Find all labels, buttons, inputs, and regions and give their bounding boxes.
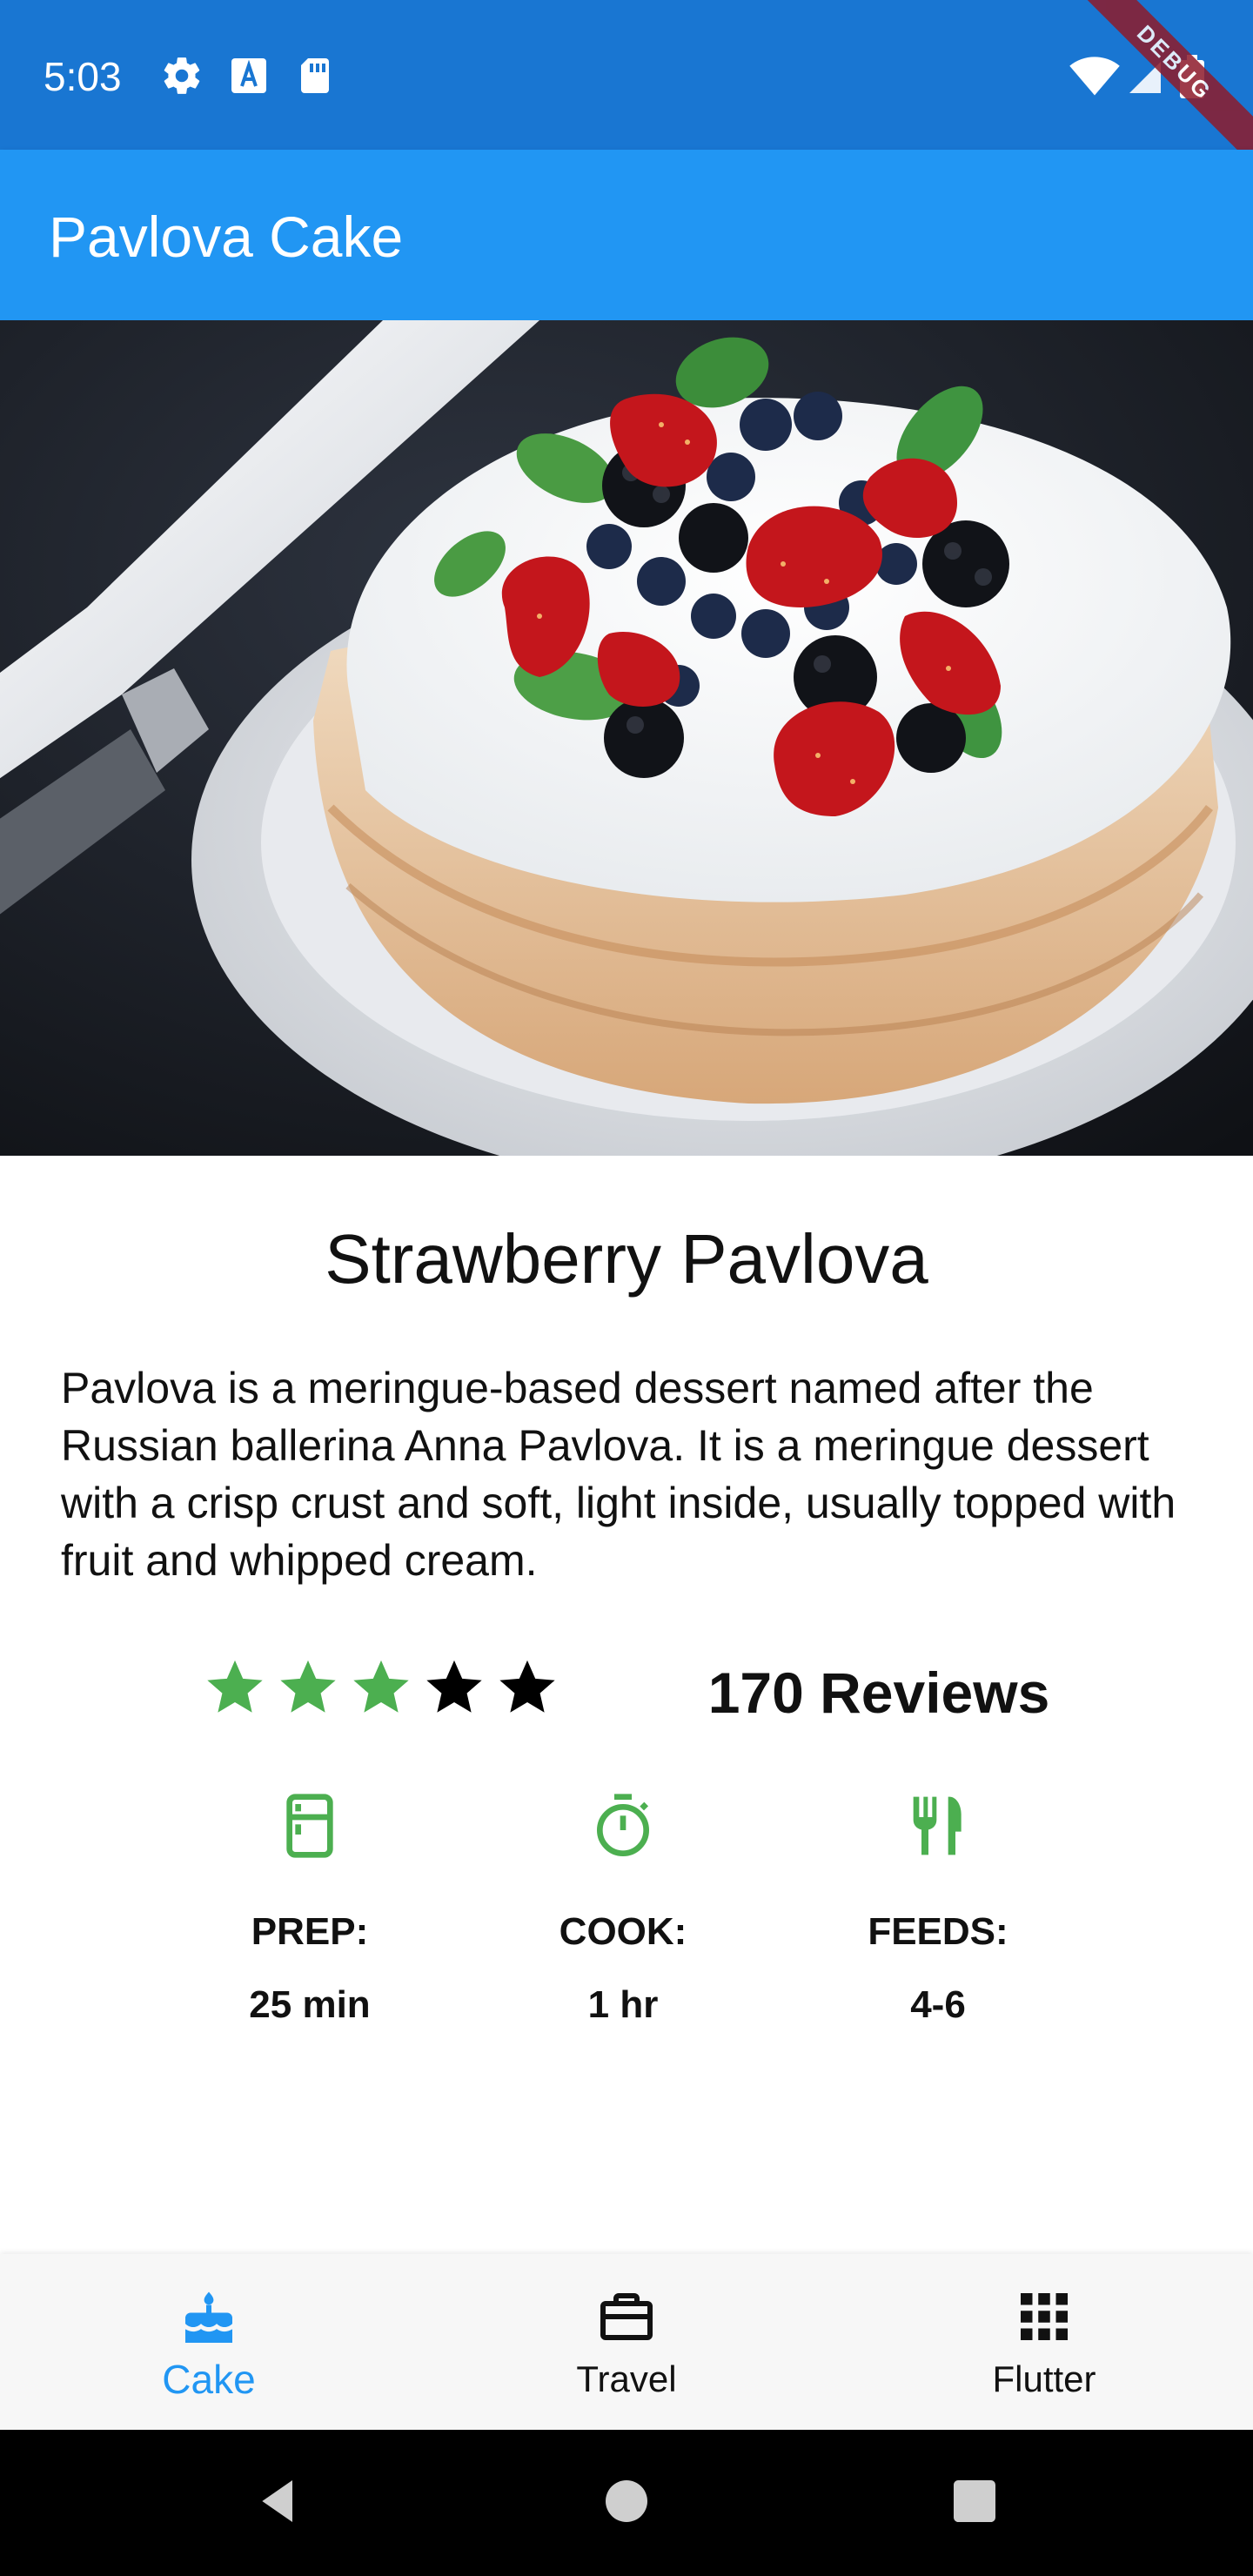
back-icon[interactable] (251, 2473, 306, 2529)
star-icon (353, 1660, 409, 1713)
star-icon (207, 1660, 263, 1713)
nav-label-flutter: Flutter (992, 2358, 1096, 2399)
feeds-value: 4-6 (910, 1983, 966, 2026)
cook-label: COOK: (559, 1910, 687, 1953)
debug-label: DEBUG (1079, 0, 1253, 174)
cake-icon (185, 2291, 232, 2343)
nav-label-cake: Cake (162, 2357, 256, 2402)
kitchen-icon (286, 1794, 333, 1858)
work-icon (600, 2293, 653, 2340)
app-title: Pavlova Cake (49, 205, 404, 269)
hero-illustration (0, 320, 1253, 1156)
info-cook: COOK: 1 hr (492, 1791, 754, 2029)
recipe-description: Pavlova is a meringue-based dessert name… (61, 1364, 1176, 1585)
nav-item-travel[interactable]: Travel (418, 2254, 835, 2430)
feeds-label: FEEDS: (868, 1910, 1008, 1953)
star-icon (499, 1660, 555, 1713)
bottom-navigation: Cake Travel Flutter (0, 2254, 1253, 2430)
nav-item-cake[interactable]: Cake (0, 2254, 418, 2430)
status-time: 5:03 (44, 54, 122, 99)
info-prep: PREP: 25 min (179, 1791, 440, 2029)
prep-label: PREP: (251, 1910, 369, 1953)
star-icon (280, 1660, 336, 1713)
star-icon (426, 1660, 482, 1713)
nav-label-travel: Travel (576, 2358, 677, 2399)
sd-card-icon (301, 58, 329, 93)
restaurant-icon (913, 1796, 962, 1855)
apps-icon (1021, 2293, 1068, 2340)
timer-icon (597, 1794, 649, 1856)
info-feeds: FEEDS: 4-6 (807, 1791, 1069, 2029)
app-bar: Pavlova Cake (0, 150, 1253, 320)
star-rating (202, 1654, 560, 1732)
font-download-icon (231, 58, 266, 93)
home-icon[interactable] (599, 2473, 654, 2529)
cook-value: 1 hr (587, 1983, 659, 2026)
status-bar: 5:03 DEBUG (0, 0, 1253, 174)
nav-item-flutter[interactable]: Flutter (835, 2254, 1253, 2430)
pavlova-cake-photo (0, 320, 1253, 1156)
recipe-title: Strawberry Pavlova (325, 1220, 928, 1298)
debug-banner: DEBUG (1079, 0, 1253, 174)
system-navigation-bar (0, 2430, 1253, 2576)
recents-icon[interactable] (947, 2473, 1002, 2529)
prep-value: 25 min (249, 1983, 371, 2026)
gear-icon (164, 57, 200, 94)
reviews-count: 170 Reviews (707, 1660, 1050, 1725)
